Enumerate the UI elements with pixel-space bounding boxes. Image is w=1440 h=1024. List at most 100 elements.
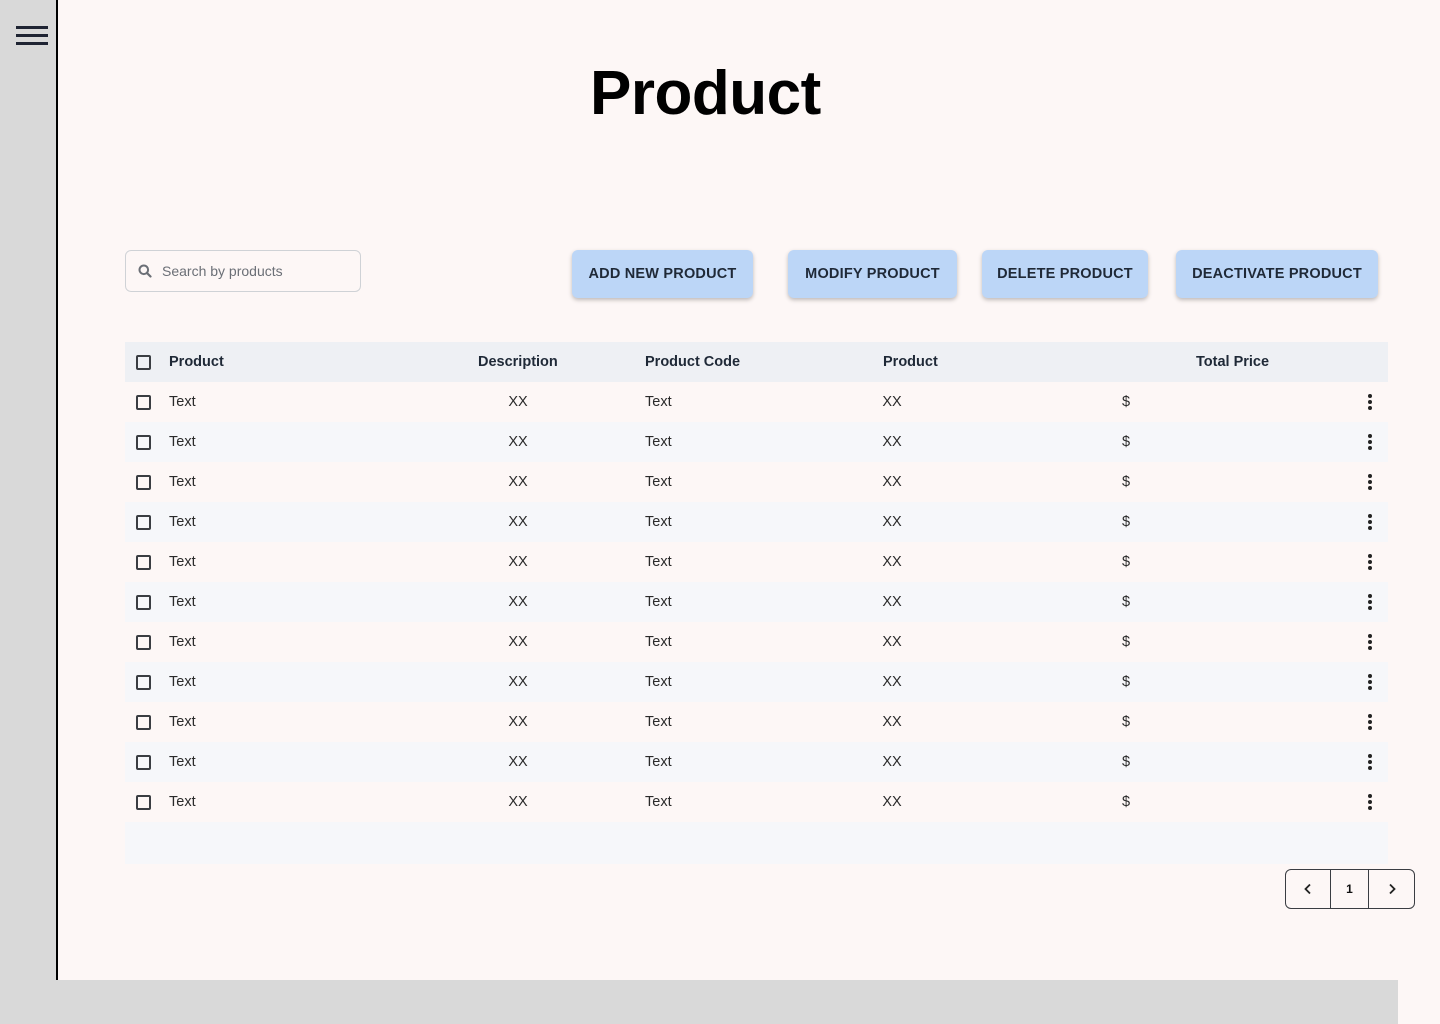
table-row[interactable]: Text XX Text XX $: [125, 582, 1388, 622]
kebab-menu-icon[interactable]: [1362, 394, 1378, 410]
cell-description: XX: [508, 434, 528, 450]
select-all-checkbox[interactable]: [136, 355, 151, 370]
table-row[interactable]: Text XX Text XX $: [125, 702, 1388, 742]
cell-description: XX: [508, 554, 528, 570]
column-header-product-2[interactable]: Product: [883, 342, 938, 382]
kebab-menu-icon[interactable]: [1362, 634, 1378, 650]
cell-product-value: XX: [882, 714, 902, 730]
cell-product-value: XX: [882, 594, 902, 610]
kebab-menu-icon[interactable]: [1362, 554, 1378, 570]
row-checkbox[interactable]: [136, 555, 151, 570]
cell-total-price: $: [1121, 554, 1131, 570]
row-checkbox[interactable]: [136, 755, 151, 770]
column-header-description[interactable]: Description: [478, 342, 558, 382]
table-row[interactable]: Text XX Text XX $: [125, 502, 1388, 542]
kebab-menu-icon[interactable]: [1362, 474, 1378, 490]
table-row[interactable]: Text XX Text XX $: [125, 462, 1388, 502]
cell-description: XX: [508, 714, 528, 730]
row-checkbox[interactable]: [136, 435, 151, 450]
cell-product: Text: [169, 594, 196, 610]
kebab-menu-icon[interactable]: [1362, 594, 1378, 610]
cell-total-price: $: [1121, 594, 1131, 610]
chevron-left-icon: [1304, 883, 1311, 895]
table-header-row: Product Description Product Code Product…: [125, 342, 1388, 382]
previous-page-button[interactable]: [1286, 870, 1331, 908]
cell-product: Text: [169, 554, 196, 570]
kebab-menu-icon[interactable]: [1362, 434, 1378, 450]
hamburger-menu-icon[interactable]: [14, 24, 50, 48]
kebab-menu-icon[interactable]: [1362, 754, 1378, 770]
table-row[interactable]: Text XX Text XX $: [125, 422, 1388, 462]
cell-description: XX: [508, 474, 528, 490]
cell-total-price: $: [1121, 794, 1131, 810]
cell-product-value: XX: [882, 434, 902, 450]
cell-product-value: XX: [882, 634, 902, 650]
cell-product: Text: [169, 714, 196, 730]
row-checkbox[interactable]: [136, 635, 151, 650]
cell-description: XX: [508, 514, 528, 530]
cell-product: Text: [169, 794, 196, 810]
cell-total-price: $: [1121, 634, 1131, 650]
page-title: Product: [590, 59, 821, 128]
cell-total-price: $: [1121, 474, 1131, 490]
cell-product-value: XX: [882, 674, 902, 690]
cell-product: Text: [169, 634, 196, 650]
cell-product-value: XX: [882, 794, 902, 810]
current-page-number[interactable]: 1: [1331, 870, 1369, 908]
search-icon: [138, 264, 152, 278]
column-header-product[interactable]: Product: [169, 342, 224, 382]
cell-product-code: Text: [645, 714, 672, 730]
deactivate-product-button[interactable]: DEACTIVATE PRODUCT: [1176, 250, 1378, 298]
pagination: 1: [1285, 869, 1415, 909]
cell-product-code: Text: [645, 674, 672, 690]
row-checkbox[interactable]: [136, 595, 151, 610]
bottom-bar: [0, 980, 1398, 1024]
cell-product-code: Text: [645, 754, 672, 770]
cell-product-code: Text: [645, 394, 672, 410]
cell-product: Text: [169, 754, 196, 770]
table-row[interactable]: Text XX Text XX $: [125, 742, 1388, 782]
cell-product-value: XX: [882, 394, 902, 410]
table-row[interactable]: Text XX Text XX $: [125, 382, 1388, 422]
search-box[interactable]: [125, 250, 361, 292]
chevron-right-icon: [1388, 883, 1396, 895]
cell-description: XX: [508, 394, 528, 410]
delete-product-button[interactable]: DELETE PRODUCT: [982, 250, 1148, 298]
cell-total-price: $: [1121, 674, 1131, 690]
column-header-total-price[interactable]: Total Price: [1196, 342, 1269, 382]
cell-product: Text: [169, 474, 196, 490]
row-checkbox[interactable]: [136, 715, 151, 730]
table-row[interactable]: Text XX Text XX $: [125, 622, 1388, 662]
cell-product-code: Text: [645, 554, 672, 570]
cell-description: XX: [508, 674, 528, 690]
cell-product-value: XX: [882, 514, 902, 530]
kebab-menu-icon[interactable]: [1362, 514, 1378, 530]
cell-total-price: $: [1121, 754, 1131, 770]
sidebar: [0, 0, 58, 980]
products-table: Product Description Product Code Product…: [125, 342, 1388, 864]
modify-product-button[interactable]: MODIFY PRODUCT: [788, 250, 957, 298]
cell-total-price: $: [1121, 434, 1131, 450]
table-row[interactable]: Text XX Text XX $: [125, 662, 1388, 702]
cell-product: Text: [169, 394, 196, 410]
cell-product-code: Text: [645, 474, 672, 490]
cell-total-price: $: [1121, 394, 1131, 410]
cell-description: XX: [508, 754, 528, 770]
table-footer: [125, 822, 1388, 864]
kebab-menu-icon[interactable]: [1362, 714, 1378, 730]
cell-product-code: Text: [645, 594, 672, 610]
row-checkbox[interactable]: [136, 675, 151, 690]
kebab-menu-icon[interactable]: [1362, 794, 1378, 810]
row-checkbox[interactable]: [136, 395, 151, 410]
column-header-product-code[interactable]: Product Code: [645, 342, 740, 382]
row-checkbox[interactable]: [136, 795, 151, 810]
cell-description: XX: [508, 594, 528, 610]
next-page-button[interactable]: [1369, 870, 1414, 908]
kebab-menu-icon[interactable]: [1362, 674, 1378, 690]
table-row[interactable]: Text XX Text XX $: [125, 782, 1388, 822]
add-new-product-button[interactable]: ADD NEW PRODUCT: [572, 250, 753, 298]
row-checkbox[interactable]: [136, 475, 151, 490]
table-row[interactable]: Text XX Text XX $: [125, 542, 1388, 582]
row-checkbox[interactable]: [136, 515, 151, 530]
search-input[interactable]: [162, 263, 342, 279]
